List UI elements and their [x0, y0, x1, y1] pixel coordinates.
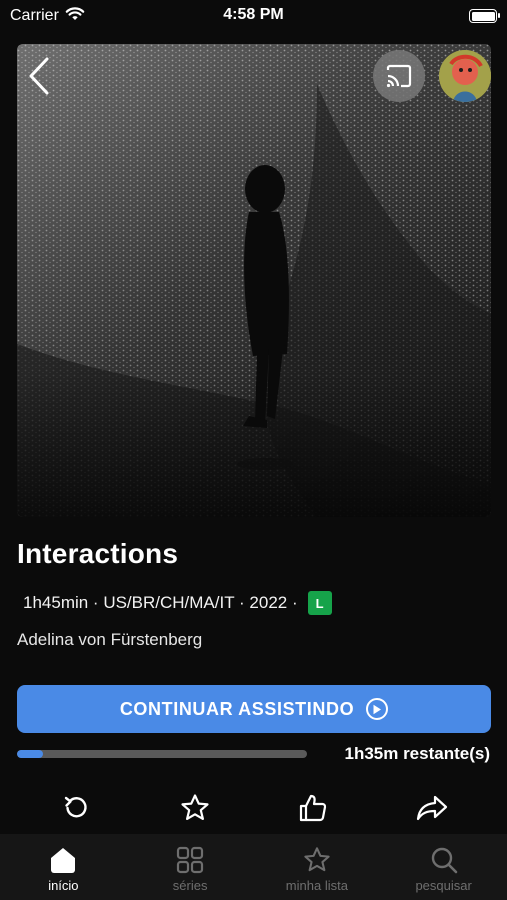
thumbs-up-icon	[300, 794, 327, 822]
back-button[interactable]	[17, 54, 61, 98]
restart-icon	[65, 796, 87, 818]
grid-icon	[177, 846, 204, 874]
home-icon	[51, 848, 76, 873]
status-left: Carrier	[10, 6, 85, 26]
tab-bar: início séries minha lista pesquisar	[0, 834, 507, 900]
star-icon	[304, 847, 330, 872]
movie-director[interactable]: Adelina von Fürstenberg	[17, 630, 202, 650]
movie-title: Interactions	[17, 538, 179, 569]
watch-progress-fill	[17, 750, 44, 758]
wifi-icon	[65, 6, 85, 26]
chevron-left-icon	[29, 57, 49, 95]
profile-avatar[interactable]	[439, 50, 491, 102]
tab-pesquisar-label: pesquisar	[415, 878, 472, 893]
avatar-image	[439, 50, 491, 102]
remaining-time: 1h35m restante(s)	[344, 744, 490, 763]
star-icon	[181, 794, 209, 820]
age-rating-badge: L	[307, 591, 332, 615]
movie-meta: 1h45min · US/BR/CH/MA/IT · 2022 · L	[23, 591, 332, 615]
battery-icon	[469, 9, 500, 23]
hero-image	[17, 44, 491, 517]
search-icon	[431, 847, 457, 874]
favorite-button[interactable]	[173, 788, 217, 828]
movie-meta-text: 1h45min · US/BR/CH/MA/IT · 2022 ·	[23, 593, 298, 612]
status-bar: Carrier	[0, 0, 507, 32]
share-icon	[416, 795, 447, 821]
watch-progress-bar	[17, 750, 307, 758]
play-circle-icon	[366, 698, 389, 720]
continue-watching-button[interactable]: CONTINUAR ASSISTINDO	[17, 685, 491, 733]
like-button[interactable]	[291, 788, 335, 828]
tab-series-label: séries	[172, 878, 208, 893]
tab-minha-lista-label: minha lista	[285, 878, 348, 893]
tab-minha-lista[interactable]: minha lista	[254, 834, 381, 900]
share-button[interactable]	[410, 788, 454, 828]
cast-button[interactable]	[373, 50, 425, 102]
tab-inicio-label: início	[48, 878, 79, 893]
restart-button[interactable]	[54, 788, 98, 828]
carrier-label: Carrier	[10, 7, 59, 24]
tab-series[interactable]: séries	[127, 834, 254, 900]
cast-icon	[386, 64, 412, 88]
continue-watching-label: CONTINUAR ASSISTINDO	[119, 698, 355, 719]
hero-scene-image	[17, 44, 491, 517]
tab-pesquisar[interactable]: pesquisar	[380, 834, 507, 900]
tab-inicio[interactable]: início	[0, 834, 127, 900]
action-row	[17, 788, 491, 828]
